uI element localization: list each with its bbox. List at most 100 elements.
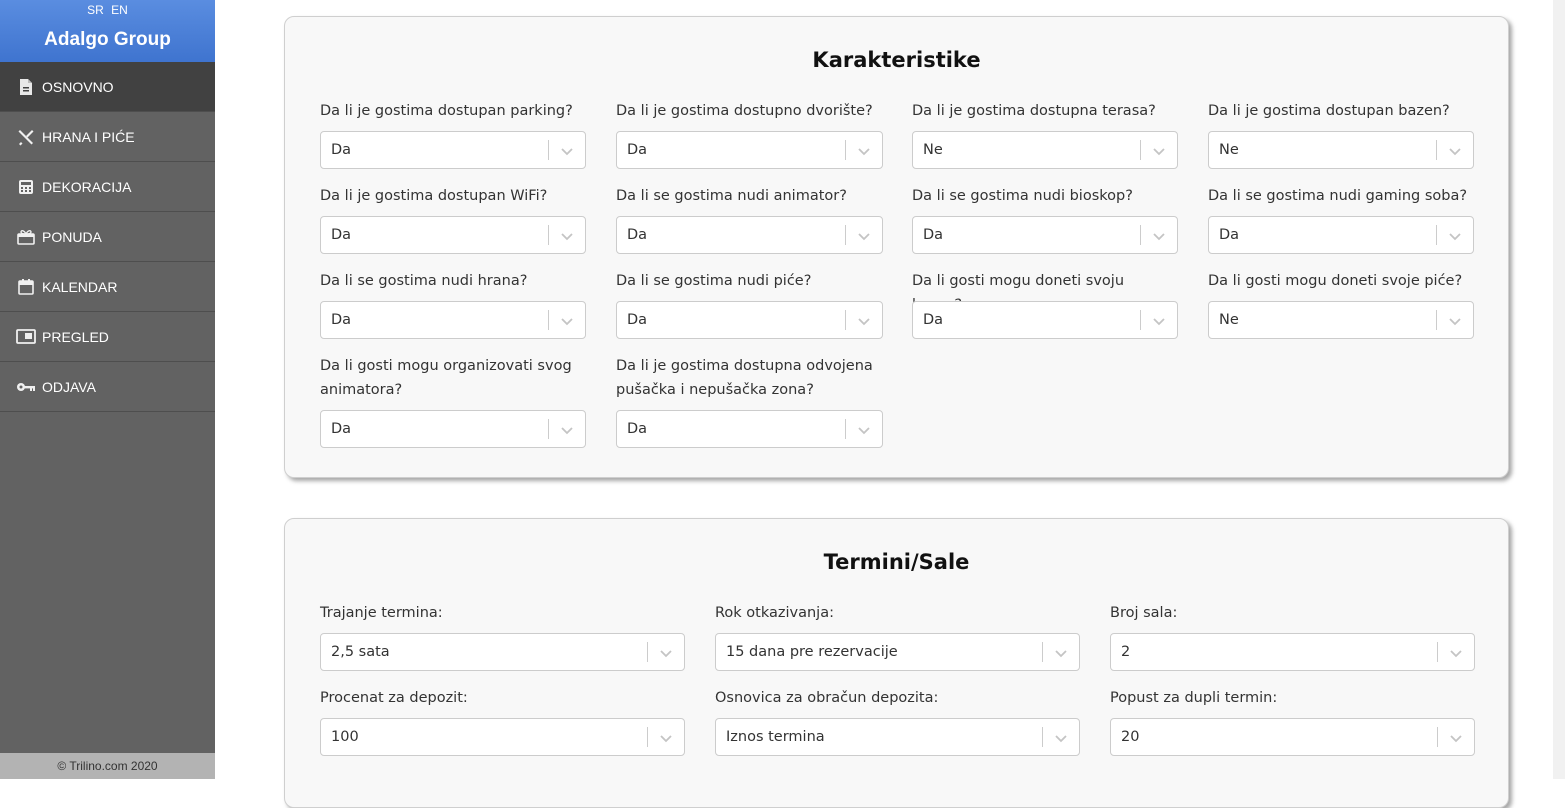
select-wifi[interactable]: Da	[320, 216, 586, 254]
select-value: Iznos termina	[726, 729, 825, 745]
sidebar-item-osnovno[interactable]: OSNOVNO	[0, 62, 215, 112]
select-broj-sala[interactable]: 2	[1110, 633, 1475, 671]
select-svoj-animator[interactable]: Da	[320, 410, 586, 448]
page-scrollbar[interactable]	[1553, 0, 1565, 779]
sidebar-item-label: PONUDA	[42, 228, 102, 245]
select-separator	[845, 419, 846, 439]
chevron-down-icon	[1153, 148, 1165, 156]
select-separator	[1437, 727, 1438, 747]
sidebar-item-label: OSNOVNO	[42, 78, 114, 95]
select-bioskop[interactable]: Da	[912, 216, 1178, 254]
select-value: Ne	[1219, 312, 1239, 328]
field-label: Da li je gostima dostupna odvojena	[616, 358, 873, 374]
field-label: Trajanje termina:	[320, 605, 443, 621]
select-procenat-depozit[interactable]: 100	[320, 718, 685, 756]
field-label: Da li gosti mogu organizovati svog	[320, 358, 572, 374]
select-rok-otkazivanja[interactable]: 15 dana pre rezervacije	[715, 633, 1080, 671]
field-label: Da li se gostima nudi bioskop?	[912, 188, 1133, 204]
field-label-line2: pušačka i nepušačka zona?	[616, 382, 814, 398]
field-wifi: Da li je gostima dostupan WiFi?	[320, 184, 586, 208]
brand-header: SR EN Adalgo Group	[0, 0, 215, 62]
field-bioskop: Da li se gostima nudi bioskop?	[912, 184, 1178, 208]
chevron-down-icon	[660, 650, 672, 658]
chevron-down-icon	[1055, 735, 1067, 743]
select-pusacka-zona[interactable]: Da	[616, 410, 883, 448]
termini-sale-card: Termini/Sale Trajanje termina: Rok otkaz…	[284, 518, 1509, 808]
sidebar-item-hrana-i-pice[interactable]: HRANA I PIĆE	[0, 112, 215, 162]
chevron-down-icon	[1449, 148, 1461, 156]
sidebar-item-label: DEKORACIJA	[42, 178, 132, 195]
field-parking: Da li je gostima dostupan parking?	[320, 99, 586, 123]
field-popust-dupli-termin: Popust za dupli termin:	[1110, 686, 1475, 710]
field-label: Da li se gostima nudi gaming soba?	[1208, 188, 1468, 204]
field-label: Procenat za depozit:	[320, 690, 468, 706]
select-gaming-soba[interactable]: Da	[1208, 216, 1474, 254]
field-label: Da li je gostima dostupan bazen?	[1208, 103, 1450, 119]
field-label-line2: animatora?	[320, 382, 403, 398]
select-value: 2	[1121, 644, 1131, 660]
select-separator	[548, 225, 549, 245]
select-separator	[845, 310, 846, 330]
select-value: Da	[627, 227, 648, 243]
select-dvoriste[interactable]: Da	[616, 131, 883, 169]
select-osnovica-depozita[interactable]: Iznos termina	[715, 718, 1080, 756]
chevron-down-icon	[1153, 318, 1165, 326]
field-label: Da li gosti mogu doneti svoje piće?	[1208, 273, 1463, 289]
sidebar-item-kalendar[interactable]: KALENDAR	[0, 262, 215, 312]
select-popust-dupli-termin[interactable]: 20	[1110, 718, 1475, 756]
select-value: Da	[923, 227, 944, 243]
select-trajanje-termina[interactable]: 2,5 sata	[320, 633, 685, 671]
select-separator	[1042, 642, 1043, 662]
select-svoja-hrana[interactable]: Da	[912, 301, 1178, 339]
select-pice[interactable]: Da	[616, 301, 883, 339]
field-pusacka-zona: Da li je gostima dostupna odvojena pušač…	[616, 354, 883, 402]
select-svoje-pice[interactable]: Ne	[1208, 301, 1474, 339]
select-value: Da	[331, 142, 352, 158]
sidebar-item-odjava[interactable]: ODJAVA	[0, 362, 215, 412]
field-svoje-pice: Da li gosti mogu doneti svoje piće?	[1208, 269, 1474, 293]
field-label: Da li se gostima nudi hrana?	[320, 273, 528, 289]
field-rok-otkazivanja: Rok otkazivanja:	[715, 601, 1080, 625]
field-dvoriste: Da li je gostima dostupno dvorište?	[616, 99, 883, 123]
field-label: Da li je gostima dostupan WiFi?	[320, 188, 548, 204]
lang-sr-link[interactable]: SR	[85, 3, 106, 17]
field-osnovica-depozita: Osnovica za obračun depozita:	[715, 686, 1080, 710]
sidebar-item-dekoracija[interactable]: DEKORACIJA	[0, 162, 215, 212]
field-label: Da li je gostima dostupna terasa?	[912, 103, 1156, 119]
select-separator	[845, 225, 846, 245]
chevron-down-icon	[1450, 650, 1462, 658]
select-value: Da	[331, 421, 352, 437]
chevron-down-icon	[1153, 233, 1165, 241]
field-label: Da li je gostima dostupno dvorište?	[616, 103, 873, 119]
select-separator	[548, 310, 549, 330]
field-label: Broj sala:	[1110, 605, 1178, 621]
select-value: Da	[627, 142, 648, 158]
select-hrana[interactable]: Da	[320, 301, 586, 339]
sidebar-item-label: KALENDAR	[42, 278, 118, 295]
select-separator	[1140, 310, 1141, 330]
select-bazen[interactable]: Ne	[1208, 131, 1474, 169]
select-value: Da	[1219, 227, 1240, 243]
sidebar: SR EN Adalgo Group OSNOVNO HRANA I PIĆE …	[0, 0, 215, 779]
field-hrana: Da li se gostima nudi hrana?	[320, 269, 586, 293]
select-parking[interactable]: Da	[320, 131, 586, 169]
karakteristike-title: Karakteristike	[812, 48, 981, 72]
copyright-footer: © Trilino.com 2020	[0, 753, 215, 779]
sidebar-item-label: HRANA I PIĆE	[42, 128, 135, 145]
field-gaming-soba: Da li se gostima nudi gaming soba?	[1208, 184, 1474, 208]
select-value: Da	[331, 312, 352, 328]
field-svoj-animator: Da li gosti mogu organizovati svog anima…	[320, 354, 586, 402]
select-value: Da	[923, 312, 944, 328]
select-separator	[1140, 225, 1141, 245]
select-animator[interactable]: Da	[616, 216, 883, 254]
lang-en-link[interactable]: EN	[109, 3, 130, 17]
field-label: Da li se gostima nudi animator?	[616, 188, 847, 204]
sidebar-item-pregled[interactable]: PREGLED	[0, 312, 215, 362]
brand-title: Adalgo Group	[44, 29, 171, 50]
select-terasa[interactable]: Ne	[912, 131, 1178, 169]
select-separator	[1140, 140, 1141, 160]
field-animator: Da li se gostima nudi animator?	[616, 184, 883, 208]
sidebar-item-ponuda[interactable]: PONUDA	[0, 212, 215, 262]
select-value: Da	[331, 227, 352, 243]
key-icon	[16, 377, 36, 397]
